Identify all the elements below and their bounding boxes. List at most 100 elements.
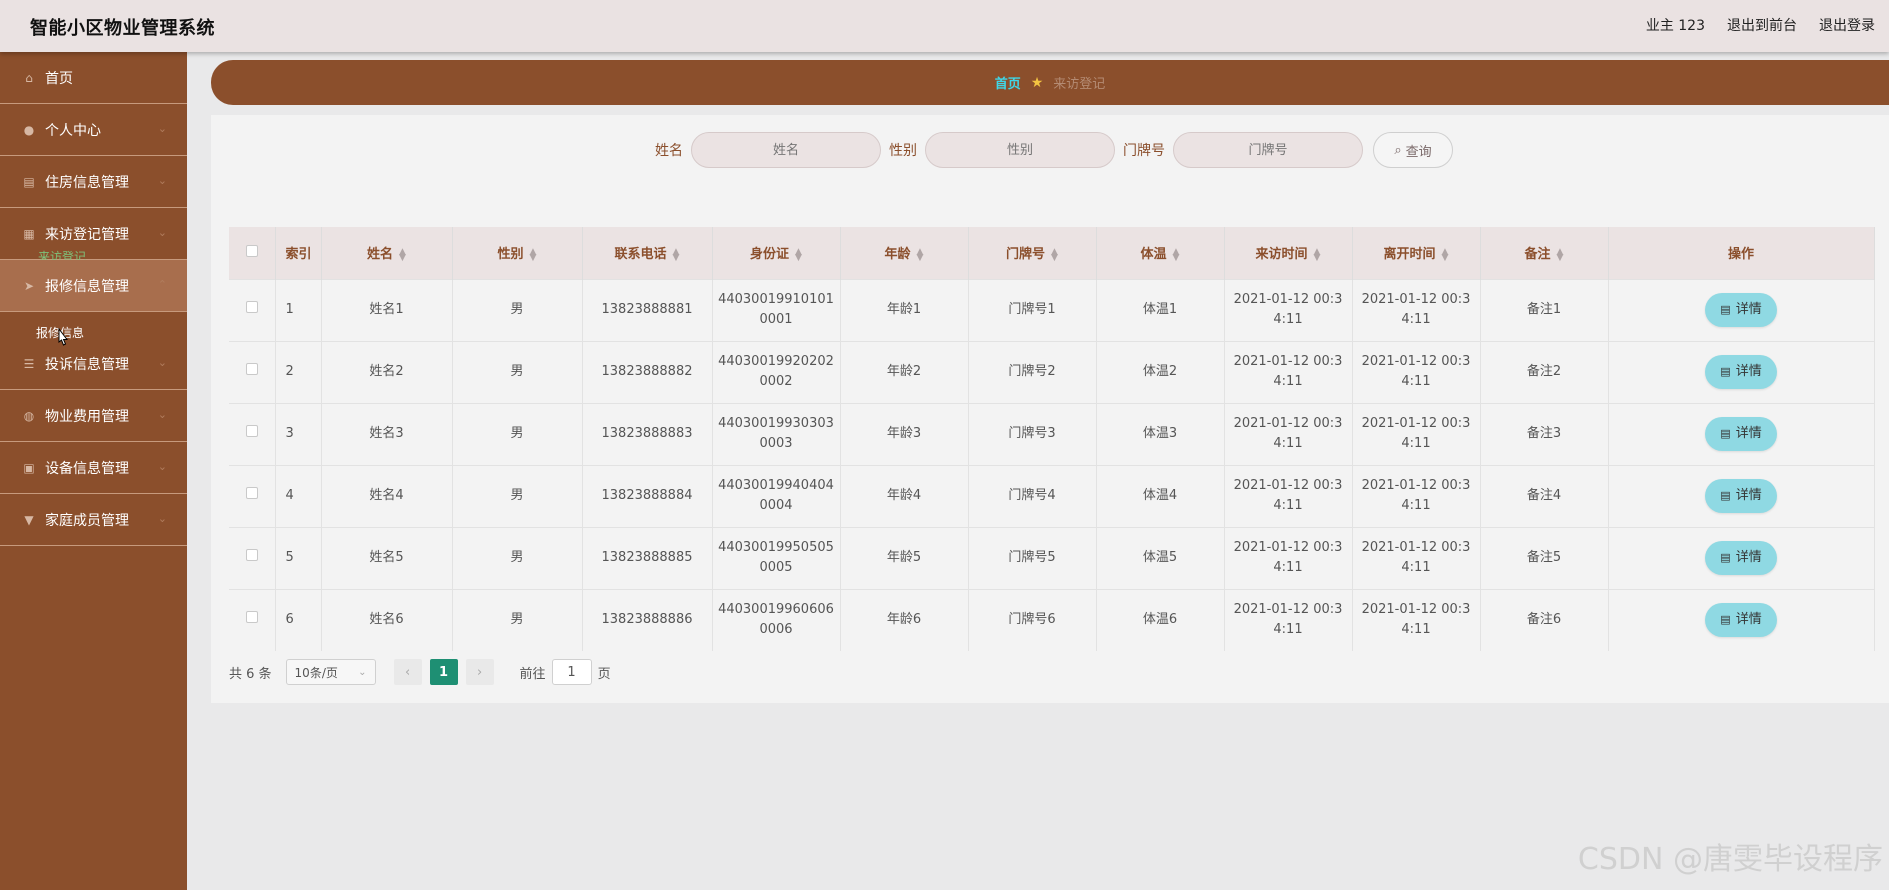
row-checkbox[interactable] bbox=[245, 611, 258, 624]
row-select-cell[interactable] bbox=[229, 279, 276, 341]
page-size-select[interactable]: 10条/页 ⌄ bbox=[285, 659, 376, 685]
page-number-current[interactable]: 1 bbox=[429, 659, 458, 685]
col-label: 身份证 bbox=[750, 247, 790, 263]
cell-phone: 13823888882 bbox=[582, 341, 713, 403]
detail-button[interactable]: ▤ 详情 bbox=[1705, 417, 1777, 451]
sidebar-item-housing[interactable]: ▤ 住房信息管理 ⌄ bbox=[0, 156, 187, 208]
row-select-cell[interactable] bbox=[229, 403, 276, 465]
search-icon: ⌕ bbox=[1394, 142, 1402, 158]
sidebar-item-equipment[interactable]: ▣ 设备信息管理 ⌄ bbox=[0, 442, 187, 494]
row-select-cell[interactable] bbox=[229, 341, 276, 403]
col-age[interactable]: 年龄 ▲ ▼ bbox=[840, 227, 969, 279]
breadcrumb-home[interactable]: 首页 bbox=[995, 73, 1021, 92]
row-checkbox[interactable] bbox=[245, 487, 258, 499]
sidebar-item-repair[interactable]: ➤ 报修信息管理 ⌃ 报修信息 bbox=[0, 260, 187, 340]
col-actions: 操作 bbox=[1608, 227, 1875, 279]
sort-icon[interactable]: ▲ ▼ bbox=[1557, 247, 1564, 262]
door-label: 门牌号 bbox=[1123, 143, 1165, 159]
col-label: 备注 bbox=[1524, 247, 1551, 263]
sidebar-item-label: 住房信息管理 bbox=[45, 174, 129, 191]
sort-icon[interactable]: ▲ ▼ bbox=[530, 247, 537, 262]
sidebar-item-visitor[interactable]: ▦ 来访登记管理 ⌄ 来访登记 bbox=[0, 208, 187, 264]
sort-icon[interactable]: ▲ ▼ bbox=[1442, 247, 1449, 262]
goto-page-input[interactable]: 1 bbox=[551, 659, 592, 685]
next-page-button[interactable]: › bbox=[465, 659, 494, 685]
row-checkbox[interactable] bbox=[245, 363, 258, 375]
document-icon: ▤ bbox=[1720, 427, 1731, 440]
sort-icon[interactable]: ▲ ▼ bbox=[917, 247, 924, 262]
document-icon: ▤ bbox=[1720, 613, 1731, 627]
cell-door: 门牌号6 bbox=[968, 589, 1097, 651]
prev-page-button[interactable]: ‹ bbox=[393, 659, 422, 685]
page-suffix: 页 bbox=[597, 666, 611, 682]
document-icon: ▤ bbox=[1720, 365, 1731, 378]
col-label: 姓名 bbox=[367, 247, 394, 263]
col-id-card[interactable]: 身份证 ▲ ▼ bbox=[712, 227, 841, 279]
sidebar-item-fees[interactable]: ◍ 物业费用管理 ⌄ bbox=[0, 390, 187, 442]
gender-input[interactable] bbox=[925, 132, 1115, 168]
chevron-left-icon: ‹ bbox=[404, 664, 411, 680]
chevron-down-icon: ⌄ bbox=[157, 460, 167, 473]
sort-icon[interactable]: ▲ ▼ bbox=[795, 247, 802, 262]
col-door[interactable]: 门牌号 ▲ ▼ bbox=[968, 227, 1097, 279]
row-checkbox[interactable] bbox=[245, 301, 258, 313]
detail-button[interactable]: ▤ 详情 bbox=[1705, 355, 1777, 389]
cell-temperature: 体温5 bbox=[1096, 527, 1225, 589]
top-header: 智能小区物业管理系统 业主 123 退出到前台 退出登录 bbox=[0, 0, 1889, 52]
table-row: 6 姓名6 男 13823888886 44030019960606 0006 年龄6 门牌… bbox=[229, 589, 1875, 651]
detail-button[interactable]: ▤ 详情 bbox=[1705, 479, 1777, 513]
chevron-up-icon: ⌃ bbox=[157, 278, 167, 291]
cell-actions: ▤ 详情 bbox=[1608, 403, 1875, 465]
col-remark[interactable]: 备注 ▲ ▼ bbox=[1480, 227, 1609, 279]
chat-icon: ◍ bbox=[23, 408, 35, 423]
detail-button[interactable]: ▤ 详情 bbox=[1705, 293, 1777, 327]
col-phone[interactable]: 联系电话 ▲ ▼ bbox=[582, 227, 713, 279]
user-name-link[interactable]: 业主 123 bbox=[1646, 15, 1705, 35]
name-input[interactable] bbox=[691, 132, 881, 168]
table-header-row: 索引 姓名 ▲ ▼ 性别 ▲ ▼ 联系电话 ▲ ▼ 身份证 ▲ ▼ 年龄 ▲ ▼ 门牌号 ▲ ▼ 体温 ▲… bbox=[229, 227, 1875, 279]
col-temperature[interactable]: 体温 ▲ ▼ bbox=[1096, 227, 1225, 279]
app-title: 智能小区物业管理系统 bbox=[30, 18, 215, 39]
sort-icon[interactable]: ▲ ▼ bbox=[1051, 247, 1058, 262]
row-select-cell[interactable] bbox=[229, 589, 276, 651]
sort-icon[interactable]: ▲ ▼ bbox=[673, 247, 680, 262]
detail-button[interactable]: ▤ 详情 bbox=[1705, 603, 1777, 638]
chevron-down-icon: ⌄ bbox=[157, 356, 167, 369]
cell-temperature: 体温3 bbox=[1096, 403, 1225, 465]
cell-leave-time: 2021-01-12 00:3 4:11 bbox=[1352, 279, 1481, 341]
back-to-front-link[interactable]: 退出到前台 bbox=[1727, 15, 1797, 35]
cell-gender: 男 bbox=[452, 465, 583, 527]
sidebar-item-complaint[interactable]: ☰ 投诉信息管理 ⌄ bbox=[0, 338, 187, 390]
cell-age: 年龄6 bbox=[840, 589, 969, 651]
door-input[interactable] bbox=[1173, 132, 1363, 168]
logout-link[interactable]: 退出登录 bbox=[1819, 15, 1875, 35]
row-checkbox[interactable] bbox=[245, 549, 258, 561]
select-all-cell[interactable] bbox=[229, 227, 276, 279]
col-leave-time[interactable]: 离开时间 ▲ ▼ bbox=[1352, 227, 1481, 279]
row-select-cell[interactable] bbox=[229, 465, 276, 527]
table-row: 2 姓名2 男 13823888882 44030019920202 0002 年龄2 门牌… bbox=[229, 341, 1875, 403]
sort-icon[interactable]: ▲ ▼ bbox=[1173, 247, 1180, 262]
cell-name: 姓名6 bbox=[321, 589, 453, 651]
query-button[interactable]: ⌕ 查询 bbox=[1373, 132, 1453, 168]
cell-age: 年龄1 bbox=[840, 279, 969, 341]
sidebar-item-profile[interactable]: ● 个人中心 ⌄ bbox=[0, 104, 187, 156]
row-checkbox[interactable] bbox=[245, 425, 258, 437]
sort-icon[interactable]: ▲ ▼ bbox=[1314, 247, 1321, 262]
chevron-right-icon: › bbox=[476, 664, 483, 680]
sidebar-item-home[interactable]: ⌂ 首页 bbox=[0, 52, 187, 104]
clipboard-icon: ▤ bbox=[23, 174, 35, 189]
cell-actions: ▤ 详情 bbox=[1608, 527, 1875, 589]
select-all-checkbox[interactable] bbox=[245, 244, 258, 257]
col-label: 离开时间 bbox=[1383, 247, 1436, 263]
data-table: 索引 姓名 ▲ ▼ 性别 ▲ ▼ 联系电话 ▲ ▼ 身份证 ▲ ▼ 年龄 ▲ ▼ 门牌号 ▲ ▼ 体温 ▲… bbox=[229, 227, 1875, 651]
sort-icon[interactable]: ▲ ▼ bbox=[399, 247, 406, 262]
cell-leave-time: 2021-01-12 00:3 4:11 bbox=[1352, 589, 1481, 651]
col-gender[interactable]: 性别 ▲ ▼ bbox=[452, 227, 583, 279]
cell-id-card: 44030019960606 0006 bbox=[712, 589, 841, 651]
col-visit-time[interactable]: 来访时间 ▲ ▼ bbox=[1224, 227, 1353, 279]
col-name[interactable]: 姓名 ▲ ▼ bbox=[321, 227, 453, 279]
row-select-cell[interactable] bbox=[229, 527, 276, 589]
sidebar-item-family[interactable]: ▼ 家庭成员管理 ⌄ bbox=[0, 494, 187, 546]
detail-button[interactable]: ▤ 详情 bbox=[1705, 541, 1777, 575]
